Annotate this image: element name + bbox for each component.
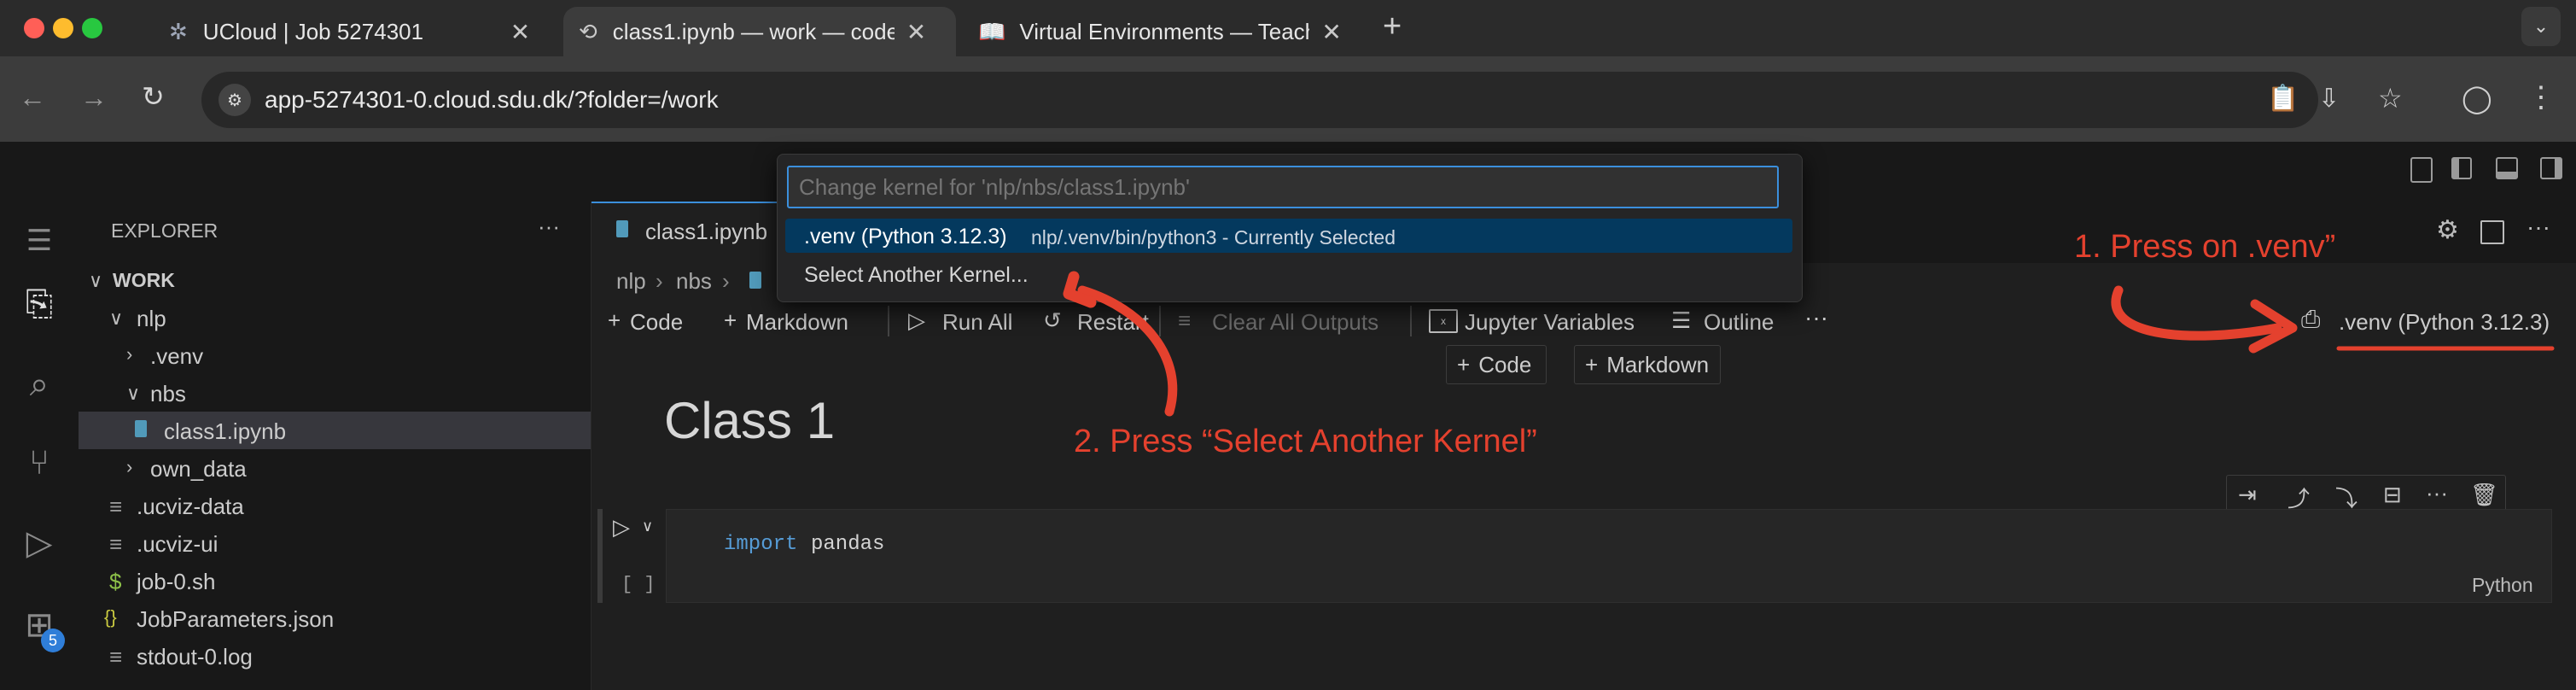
annotation-step2: 2. Press “Select Another Kernel” xyxy=(1074,424,1537,459)
annotation-step1: 1. Press on .venv” xyxy=(2074,229,2336,265)
arrow-to-kernel xyxy=(2111,285,2282,341)
annotation-arrows xyxy=(1063,271,2555,417)
arrow-to-select-kernel xyxy=(1077,285,1178,417)
